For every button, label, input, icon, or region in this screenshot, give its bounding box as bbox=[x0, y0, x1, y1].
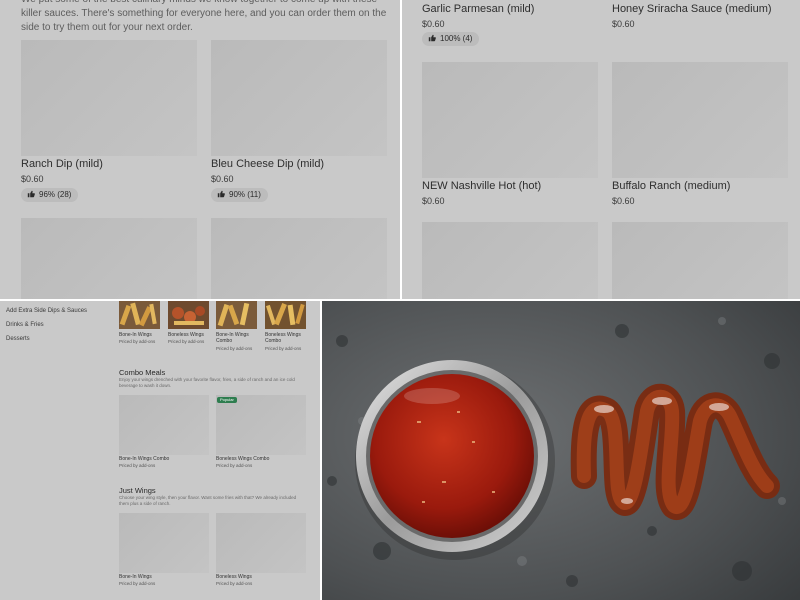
thumbs-up-icon bbox=[428, 34, 436, 42]
popular-badge: Popular bbox=[217, 397, 237, 403]
item-name[interactable]: Boneless Wings bbox=[216, 574, 306, 580]
rating-badge: 100% (4) bbox=[422, 32, 480, 46]
menu-item-price: $0.60 bbox=[211, 174, 234, 184]
menu-item-image[interactable] bbox=[422, 222, 598, 299]
menu-item-image[interactable] bbox=[216, 513, 306, 573]
menu-item-image[interactable] bbox=[119, 395, 209, 455]
menu-item-price: $0.60 bbox=[612, 19, 635, 29]
food-image-boneless-combo[interactable] bbox=[265, 301, 306, 329]
thumbs-up-icon bbox=[27, 190, 35, 198]
item-name[interactable]: Bone-In Wings bbox=[119, 574, 209, 580]
menu-item-image[interactable] bbox=[21, 218, 197, 299]
section-title-just-wings: Just Wings bbox=[119, 486, 156, 495]
menu-item-price: $0.60 bbox=[422, 19, 445, 29]
sidebar-item-desserts[interactable]: Desserts bbox=[6, 336, 30, 342]
item-name[interactable]: Boneless Wings Combo bbox=[216, 456, 306, 462]
item-price-note: Priced by add-ons bbox=[168, 339, 205, 344]
item-name[interactable]: Bone-In Wings Combo bbox=[216, 332, 260, 344]
menu-item-image[interactable] bbox=[612, 62, 788, 178]
menu-page-zoomed-out: Add Extra Side Dips & Sauces Drinks & Fr… bbox=[0, 301, 320, 600]
menu-item-price: $0.60 bbox=[612, 196, 635, 206]
section-description: We put some of the best culinary minds w… bbox=[21, 0, 387, 33]
menu-item-image[interactable] bbox=[216, 395, 306, 455]
rating-value: 90% (11) bbox=[229, 190, 261, 199]
rating-badge: 96% (28) bbox=[21, 188, 79, 202]
menu-item-image[interactable] bbox=[211, 40, 387, 156]
item-price-note: Priced by add-ons bbox=[119, 463, 156, 468]
food-image-bone-in-combo[interactable] bbox=[216, 301, 257, 329]
menu-item-name[interactable]: Buffalo Ranch (medium) bbox=[612, 180, 730, 192]
item-price-note: Priced by add-ons bbox=[119, 339, 156, 344]
food-image-bone-in-wings[interactable] bbox=[119, 301, 160, 329]
rating-value: 96% (28) bbox=[39, 190, 72, 199]
rating-value: 100% (4) bbox=[440, 34, 473, 43]
thumbs-up-icon bbox=[217, 190, 225, 198]
item-name[interactable]: Boneless Wings bbox=[168, 332, 212, 338]
sweet-chili-sauce-image bbox=[322, 301, 800, 600]
menu-item-image[interactable] bbox=[211, 218, 387, 299]
sauces-panel-right: Garlic Parmesan (mild) $0.60 100% (4) Ho… bbox=[402, 0, 800, 299]
menu-item-price: $0.60 bbox=[21, 174, 44, 184]
item-price-note: Priced by add-ons bbox=[265, 346, 302, 351]
menu-item-price: $0.60 bbox=[422, 196, 445, 206]
sidebar-item-drinks-fries[interactable]: Drinks & Fries bbox=[6, 322, 44, 328]
menu-item-name[interactable]: NEW Nashville Hot (hot) bbox=[422, 180, 541, 192]
menu-item-image[interactable] bbox=[612, 222, 788, 299]
item-name[interactable]: Bone-In Wings bbox=[119, 332, 163, 338]
food-image-boneless-wings[interactable] bbox=[168, 301, 209, 329]
menu-item-name[interactable]: Honey Sriracha Sauce (medium) bbox=[612, 3, 772, 15]
section-title-combo-meals: Combo Meals bbox=[119, 368, 166, 377]
item-name[interactable]: Bone-In Wings Combo bbox=[119, 456, 209, 462]
item-name[interactable]: Boneless Wings Combo bbox=[265, 332, 309, 344]
section-description: Enjoy your wings drenched with your favo… bbox=[119, 377, 295, 388]
item-price-note: Priced by add-ons bbox=[216, 346, 253, 351]
menu-item-name[interactable]: Bleu Cheese Dip (mild) bbox=[211, 158, 324, 170]
sauce-photo bbox=[322, 301, 800, 600]
section-description: Choose your wing style, then your flavor… bbox=[119, 495, 297, 506]
menu-item-name[interactable]: Ranch Dip (mild) bbox=[21, 158, 103, 170]
item-price-note: Priced by add-ons bbox=[216, 463, 253, 468]
menu-item-image[interactable] bbox=[21, 40, 197, 156]
sauces-panel-left: We put some of the best culinary minds w… bbox=[0, 0, 400, 299]
item-price-note: Priced by add-ons bbox=[119, 581, 156, 586]
menu-item-name[interactable]: Garlic Parmesan (mild) bbox=[422, 3, 534, 15]
menu-item-image[interactable] bbox=[422, 62, 598, 178]
sidebar-item-extra-sauces[interactable]: Add Extra Side Dips & Sauces bbox=[6, 308, 87, 314]
menu-item-image[interactable] bbox=[119, 513, 209, 573]
rating-badge: 90% (11) bbox=[211, 188, 268, 202]
item-price-note: Priced by add-ons bbox=[216, 581, 253, 586]
